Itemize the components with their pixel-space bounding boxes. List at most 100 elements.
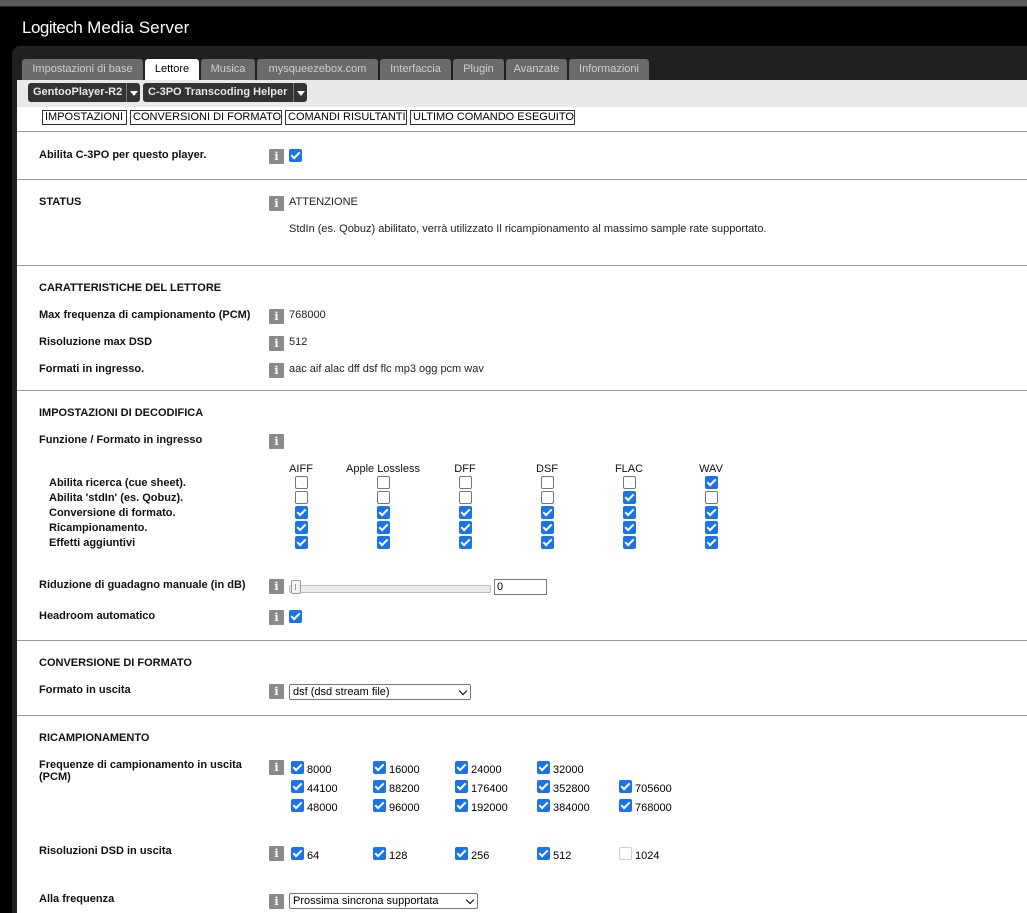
pcm-rate-checkbox[interactable] [455,799,468,812]
pcm-rate-checkbox[interactable] [291,761,304,774]
divider [17,179,1027,180]
decode-checkbox[interactable] [459,521,472,534]
pcm-rate-label: 48000 [307,802,338,814]
frequency-select[interactable]: Prossima sincrona supportata [289,893,478,909]
gain-slider-handle[interactable] [291,580,301,594]
pcm-rate-label: 352800 [553,783,590,795]
decode-checkbox[interactable] [705,521,718,534]
info-icon[interactable]: i [269,434,284,449]
info-icon[interactable]: i [269,846,284,861]
max-dsd-value: 512 [289,336,308,348]
decode-checkbox[interactable] [459,506,472,519]
info-icon[interactable]: i [269,196,284,211]
pcm-rate-checkbox[interactable] [619,799,632,812]
decode-checkbox[interactable] [623,506,636,519]
pcm-rate-checkbox[interactable] [537,761,550,774]
info-icon[interactable]: i [269,579,284,594]
pcm-rate-checkbox[interactable] [373,761,386,774]
decode-checkbox[interactable] [705,506,718,519]
decode-checkbox[interactable] [459,536,472,549]
pcm-rate-label: 16000 [389,764,420,776]
info-icon[interactable]: i [269,336,284,351]
divider [17,265,1027,266]
status-title: STATUS [39,196,82,208]
dsd-rate-checkbox[interactable] [455,847,468,860]
info-icon[interactable]: i [269,684,284,699]
subtab-impostazioni[interactable]: IMPOSTAZIONI [42,110,127,125]
info-icon[interactable]: i [269,610,284,625]
decode-checkbox[interactable] [541,476,554,489]
decode-row-label: Conversione di formato. [49,507,176,519]
dsd-rate-checkbox[interactable] [291,847,304,860]
pcm-rate-checkbox[interactable] [537,780,550,793]
decode-checkbox[interactable] [459,491,472,504]
pcm-rate-checkbox[interactable] [455,761,468,774]
pcm-rate-label: 44100 [307,783,338,795]
gain-slider-track[interactable] [289,585,491,593]
decode-checkbox[interactable] [623,521,636,534]
resampling-title: RICAMPIONAMENTO [39,732,150,744]
decode-checkbox[interactable] [295,491,308,504]
pcm-rate-checkbox[interactable] [373,799,386,812]
decode-checkbox[interactable] [295,521,308,534]
settings-panel: GentooPlayer-R2 C-3PO Transcoding Helper… [17,80,1027,913]
divider [17,640,1027,641]
pcm-rate-label: 768000 [635,802,672,814]
pcm-rate-checkbox[interactable] [619,780,632,793]
pcm-rate-checkbox[interactable] [291,780,304,793]
pcm-rate-label: 8000 [307,764,332,776]
decode-checkbox[interactable] [705,476,718,489]
decode-checkbox[interactable] [623,491,636,504]
decode-checkbox[interactable] [541,521,554,534]
tab-informazioni[interactable]: Informazioni [569,59,649,80]
info-icon[interactable]: i [269,363,284,378]
decode-checkbox[interactable] [541,506,554,519]
info-icon[interactable]: i [269,760,284,775]
pcm-rate-checkbox[interactable] [455,780,468,793]
enable-checkbox[interactable] [289,149,302,162]
dsd-rate-checkbox[interactable] [537,847,550,860]
decode-checkbox[interactable] [377,491,390,504]
tab-avanzate[interactable]: Avanzate [506,59,567,80]
info-icon[interactable]: i [269,309,284,324]
subtab-conversioni[interactable]: CONVERSIONI DI FORMATO [130,110,282,125]
tab-impostazioni-di-base[interactable]: Impostazioni di base [22,59,143,80]
player-select[interactable]: GentooPlayer-R2 [28,83,140,102]
subtab-ultimo-comando[interactable]: ULTIMO COMANDO ESEGUITO [410,110,575,125]
subtab-comandi[interactable]: COMANDI RISULTANTI [285,110,407,125]
plugin-select[interactable]: C-3PO Transcoding Helper [143,83,307,102]
decode-checkbox[interactable] [377,476,390,489]
tab-plugin[interactable]: Plugin [453,59,504,80]
gain-input[interactable]: 0 [494,579,547,595]
tab-musica[interactable]: Musica [201,59,255,80]
decode-checkbox[interactable] [295,476,308,489]
tab-mysqueezebox-com[interactable]: mysqueezebox.com [257,59,378,80]
info-icon[interactable]: i [269,894,284,909]
pcm-rate-checkbox[interactable] [373,780,386,793]
decode-checkbox[interactable] [541,536,554,549]
pcm-rate-label: 32000 [553,764,584,776]
decode-checkbox[interactable] [623,536,636,549]
decode-checkbox[interactable] [459,476,472,489]
tab-lettore[interactable]: Lettore [145,59,199,80]
decode-checkbox[interactable] [377,521,390,534]
tab-interfaccia[interactable]: Interfaccia [380,59,451,80]
pcm-rate-label: 384000 [553,802,590,814]
column-header: DFF [454,463,476,475]
decode-row-label: Ricampionamento. [49,522,148,534]
decode-checkbox[interactable] [377,506,390,519]
column-header: DSF [536,463,558,475]
output-format-select[interactable]: dsf (dsd stream file) [289,684,471,700]
decode-checkbox[interactable] [541,491,554,504]
dsd-rate-checkbox[interactable] [373,847,386,860]
pcm-rate-checkbox[interactable] [537,799,550,812]
decode-checkbox[interactable] [295,536,308,549]
info-icon[interactable]: i [269,149,284,164]
headroom-checkbox[interactable] [289,610,302,623]
decode-checkbox[interactable] [705,491,718,504]
decode-checkbox[interactable] [705,536,718,549]
decode-checkbox[interactable] [623,476,636,489]
decode-checkbox[interactable] [377,536,390,549]
decode-checkbox[interactable] [295,506,308,519]
pcm-rate-checkbox[interactable] [291,799,304,812]
